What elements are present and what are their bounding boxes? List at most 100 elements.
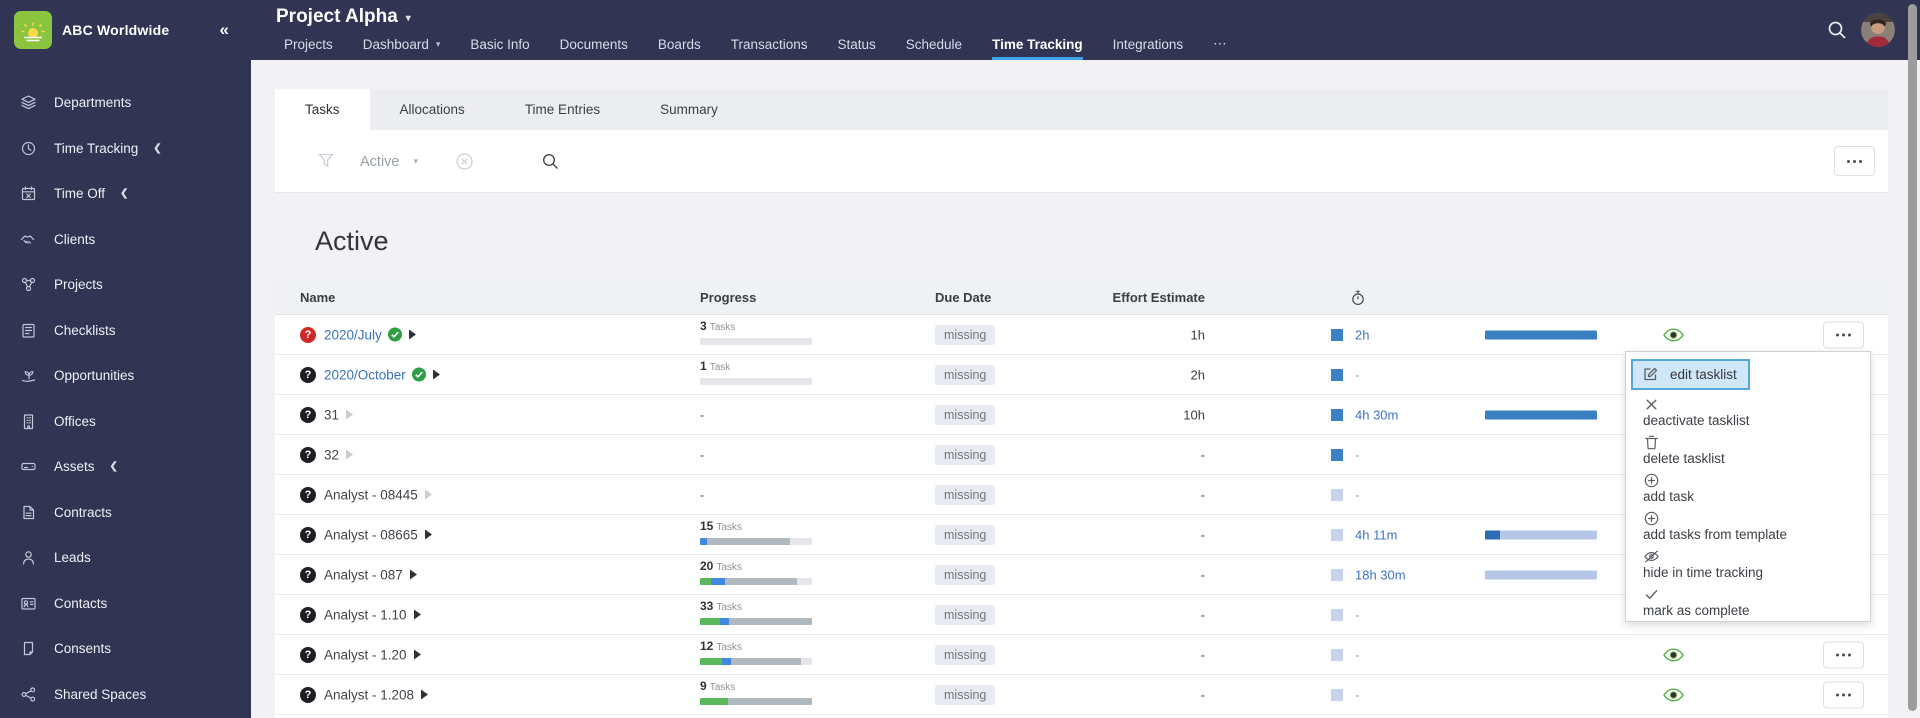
- expand-arrow-icon[interactable]: [345, 409, 354, 421]
- filter-value-dropdown[interactable]: Active ▾: [360, 130, 418, 193]
- sidebar-item-shared-spaces[interactable]: Shared Spaces: [0, 672, 251, 718]
- nav-item-projects[interactable]: Projects: [284, 37, 333, 60]
- nav-item-boards[interactable]: Boards: [658, 37, 701, 60]
- nav-item-transactions[interactable]: Transactions: [731, 37, 808, 60]
- logged-time-bar: [1485, 570, 1597, 579]
- effort-estimate-value: 1h: [1190, 327, 1205, 342]
- tasklist-name[interactable]: Analyst - 1.10: [324, 607, 407, 622]
- table-search-icon[interactable]: [541, 152, 560, 171]
- chevron-left-icon: ❮: [153, 142, 162, 154]
- tasklist-name[interactable]: 31: [324, 407, 339, 422]
- sidebar-item-assets[interactable]: Assets ❮: [0, 444, 251, 490]
- progress-cell: 1 Task: [700, 359, 815, 385]
- completed-check-icon: [411, 367, 426, 382]
- nav-item-basic-info[interactable]: Basic Info: [470, 37, 529, 60]
- subtab-allocations[interactable]: Allocations: [370, 89, 495, 130]
- collapse-sidebar-icon[interactable]: «: [220, 0, 229, 60]
- chevron-left-icon: ❮: [109, 461, 118, 473]
- visibility-eye-icon[interactable]: [1663, 327, 1684, 342]
- logged-time-value: -: [1355, 647, 1360, 662]
- due-date-badge: missing: [935, 564, 996, 585]
- nav-item-dashboard[interactable]: Dashboard ▾: [363, 37, 441, 60]
- tasklist-name[interactable]: 2020/October: [324, 367, 406, 382]
- vertical-scrollbar-thumb[interactable]: [1908, 4, 1917, 711]
- expand-arrow-icon[interactable]: [424, 529, 433, 541]
- tasklist-name[interactable]: Analyst - 087: [324, 567, 403, 582]
- logged-time-square-icon: [1331, 368, 1343, 381]
- tasklist-name[interactable]: Analyst - 1.208: [324, 687, 414, 702]
- expand-arrow-icon[interactable]: [420, 689, 429, 701]
- sidebar-item-contracts[interactable]: Contracts: [0, 490, 251, 536]
- sidebar-item-consents[interactable]: Consents: [0, 626, 251, 672]
- table-options-button[interactable]: [1834, 146, 1875, 176]
- row-menu-button[interactable]: [1823, 681, 1864, 708]
- menu-item-add-task[interactable]: add task: [1626, 469, 1870, 507]
- tasklist-name[interactable]: Analyst - 08445: [324, 487, 418, 502]
- expand-arrow-icon[interactable]: [413, 609, 422, 621]
- logged-time-square-icon: [1331, 568, 1343, 581]
- sidebar-item-contacts[interactable]: Contacts: [0, 581, 251, 627]
- sidebar-item-clients[interactable]: Clients: [0, 217, 251, 263]
- menu-item-mark-as-complete[interactable]: mark as complete: [1626, 583, 1870, 621]
- logged-time-square-icon: [1331, 328, 1343, 341]
- tasklist-name[interactable]: 2020/July: [324, 327, 382, 342]
- visibility-eye-icon[interactable]: [1663, 687, 1684, 702]
- sprout-icon: [19, 367, 37, 385]
- nav-item-schedule[interactable]: Schedule: [906, 37, 962, 60]
- menu-item-add-tasks-from-template[interactable]: add tasks from template: [1626, 507, 1870, 545]
- progress-cell: 12 Tasks: [700, 639, 815, 665]
- nav-item-integrations[interactable]: Integrations: [1113, 37, 1184, 60]
- edit-icon: [1642, 366, 1659, 383]
- expand-arrow-icon[interactable]: [424, 489, 433, 501]
- expand-arrow-icon[interactable]: [413, 649, 422, 661]
- progress-empty-dash: -: [700, 487, 705, 502]
- sidebar-item-departments[interactable]: Departments: [0, 80, 251, 126]
- user-avatar[interactable]: [1861, 13, 1895, 47]
- expand-arrow-icon[interactable]: [345, 449, 354, 461]
- menu-item-hide-in-time-tracking[interactable]: hide in time tracking: [1626, 545, 1870, 583]
- row-menu-button[interactable]: [1823, 641, 1864, 668]
- menu-item-delete-tasklist[interactable]: delete tasklist: [1626, 431, 1870, 469]
- menu-item-deactivate-tasklist[interactable]: deactivate tasklist: [1626, 393, 1870, 431]
- sidebar-item-offices[interactable]: Offices: [0, 399, 251, 445]
- logged-time-square-icon: [1331, 448, 1343, 461]
- sidebar-item-projects[interactable]: Projects: [0, 262, 251, 308]
- nav-item-documents[interactable]: Documents: [560, 37, 628, 60]
- row-menu-button[interactable]: [1823, 321, 1864, 348]
- sidebar-item-time-off[interactable]: Time Off ❮: [0, 171, 251, 217]
- expand-arrow-icon[interactable]: [408, 329, 417, 341]
- menu-item-edit-tasklist[interactable]: edit tasklist: [1626, 355, 1870, 393]
- page-title[interactable]: Project Alpha ▾: [276, 6, 411, 28]
- logged-time-bar: [1485, 410, 1597, 419]
- subtab-tasks[interactable]: Tasks: [275, 89, 370, 130]
- expand-arrow-icon[interactable]: [409, 569, 418, 581]
- tasklist-name[interactable]: Analyst - 08665: [324, 527, 418, 542]
- sidebar-item-time-tracking[interactable]: Time Tracking ❮: [0, 126, 251, 172]
- subtab-strip: Tasks Allocations Time Entries Summary: [275, 89, 1888, 130]
- global-search-icon[interactable]: [1826, 19, 1848, 41]
- clear-filter-icon[interactable]: [455, 152, 474, 171]
- progress-cell: 20 Tasks: [700, 559, 815, 585]
- sidebar-item-leads[interactable]: Leads: [0, 535, 251, 581]
- tasklist-name[interactable]: 32: [324, 447, 339, 462]
- visibility-eye-icon[interactable]: [1663, 647, 1684, 662]
- filter-funnel-icon[interactable]: [317, 152, 335, 170]
- progress-empty-dash: -: [700, 407, 705, 422]
- tasklist-name[interactable]: Analyst - 1.20: [324, 647, 407, 662]
- column-header-progress: Progress: [700, 290, 757, 305]
- progress-bar: [700, 698, 812, 705]
- sidebar-item-opportunities[interactable]: Opportunities: [0, 353, 251, 399]
- due-date-badge: missing: [935, 644, 996, 665]
- tasklist-status-icon: ?: [300, 326, 316, 343]
- subtab-summary[interactable]: Summary: [630, 89, 748, 130]
- app: ABC Worldwide « Project Alpha ▾ Projects…: [0, 0, 1920, 718]
- due-date-badge: missing: [935, 604, 996, 625]
- company-logo-icon[interactable]: [14, 11, 52, 49]
- expand-arrow-icon[interactable]: [432, 369, 441, 381]
- subtab-time-entries[interactable]: Time Entries: [495, 89, 630, 130]
- nav-item--[interactable]: ⋯: [1213, 36, 1227, 60]
- nav-item-time-tracking[interactable]: Time Tracking: [992, 37, 1083, 60]
- sidebar-item-checklists[interactable]: Checklists: [0, 308, 251, 354]
- nav-item-status[interactable]: Status: [837, 37, 875, 60]
- row-context-menu: edit tasklist deactivate tasklist delete…: [1625, 351, 1871, 622]
